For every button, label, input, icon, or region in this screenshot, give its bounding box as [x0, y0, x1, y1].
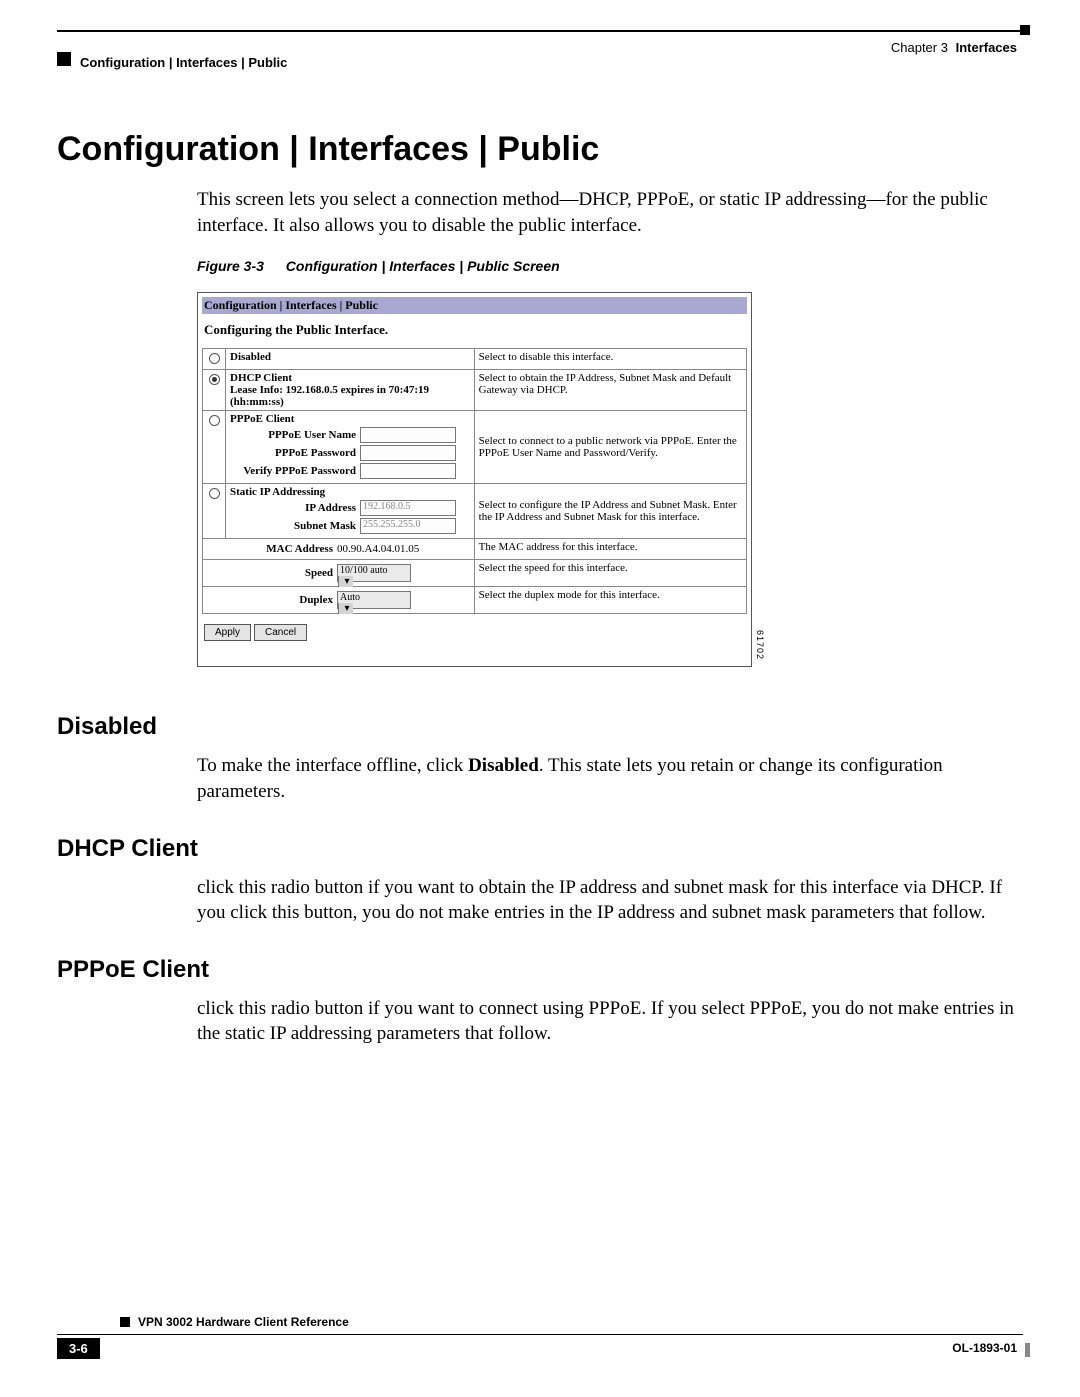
chapter-title: Interfaces [956, 40, 1017, 55]
radio-static[interactable] [209, 488, 220, 499]
radio-pppoe[interactable] [209, 415, 220, 426]
figure-label: Figure 3-3 [197, 258, 264, 274]
pppoe-verify-input[interactable] [360, 463, 456, 479]
cancel-button[interactable]: Cancel [254, 624, 307, 641]
screenshot-subtitle: Configuring the Public Interface. [204, 322, 745, 338]
section-heading-pppoe: PPPoE Client [57, 956, 1023, 984]
pppoe-label: PPPoE Client [230, 413, 294, 425]
pppoe-user-input[interactable] [360, 427, 456, 443]
duplex-desc: Select the duplex mode for this interfac… [474, 587, 746, 614]
running-head-left: Configuration | Interfaces | Public [80, 55, 287, 70]
mac-value: 00.90.A4.04.01.05 [337, 543, 419, 555]
pppoe-user-label: PPPoE User Name [230, 429, 360, 441]
ip-input[interactable]: 192.168.0.5 [360, 500, 456, 516]
chapter-prefix: Chapter 3 [891, 40, 948, 55]
pppoe-pass-label: PPPoE Password [230, 447, 360, 459]
figure-caption: Figure 3-3 Configuration | Interfaces | … [57, 258, 1023, 274]
top-rule [57, 30, 1023, 32]
section-heading-disabled: Disabled [57, 713, 1023, 741]
section-text-disabled: To make the interface offline, click Dis… [57, 753, 1023, 804]
chevron-down-icon: ▾ [338, 576, 353, 587]
section-text-pppoe: click this radio button if you want to c… [57, 996, 1023, 1047]
section-marker-icon [57, 52, 71, 66]
page-number: 3-6 [57, 1338, 100, 1359]
section-text-dhcp: click this radio button if you want to o… [57, 875, 1023, 926]
footer-book-title: VPN 3002 Hardware Client Reference [138, 1315, 349, 1329]
ip-label: IP Address [230, 502, 360, 514]
static-desc: Select to configure the IP Address and S… [474, 484, 746, 539]
dhcp-desc: Select to obtain the IP Address, Subnet … [474, 370, 746, 411]
figure-caption-text: Configuration | Interfaces | Public Scre… [286, 258, 560, 274]
intro-paragraph: This screen lets you select a connection… [57, 187, 1023, 238]
duplex-label: Duplex [207, 594, 337, 606]
speed-select[interactable]: 10/100 auto▾ [337, 564, 411, 582]
page-title: Configuration | Interfaces | Public [57, 130, 1023, 169]
screenshot-id: 61702 [755, 630, 765, 660]
config-table: Disabled Select to disable this interfac… [202, 348, 747, 614]
disabled-label: Disabled [230, 351, 271, 363]
radio-dhcp[interactable] [209, 374, 220, 385]
speed-desc: Select the speed for this interface. [474, 560, 746, 587]
section-heading-dhcp: DHCP Client [57, 835, 1023, 863]
corner-marker-icon [1020, 25, 1030, 35]
footer-marker-icon [120, 1317, 130, 1327]
duplex-value: Auto [338, 592, 396, 603]
radio-disabled[interactable] [209, 353, 220, 364]
dhcp-lease: Lease Info: 192.168.0.5 expires in 70:47… [230, 384, 429, 408]
mac-label: MAC Address [207, 543, 337, 555]
chevron-down-icon: ▾ [338, 603, 353, 614]
pppoe-verify-label: Verify PPPoE Password [230, 465, 360, 477]
footer-rule [57, 1334, 1023, 1335]
apply-button[interactable]: Apply [204, 624, 251, 641]
pppoe-pass-input[interactable] [360, 445, 456, 461]
pppoe-desc: Select to connect to a public network vi… [474, 411, 746, 484]
static-label: Static IP Addressing [230, 486, 325, 498]
mac-desc: The MAC address for this interface. [474, 539, 746, 560]
footer-right-marker-icon [1025, 1343, 1030, 1357]
mask-label: Subnet Mask [230, 520, 360, 532]
mask-input[interactable]: 255.255.255.0 [360, 518, 456, 534]
duplex-select[interactable]: Auto▾ [337, 591, 411, 609]
speed-label: Speed [207, 567, 337, 579]
embedded-screenshot: Configuration | Interfaces | Public Conf… [197, 292, 752, 667]
running-head-right: Chapter 3 Interfaces [891, 40, 1017, 55]
dhcp-label: DHCP Client [230, 372, 292, 384]
speed-value: 10/100 auto [338, 565, 396, 576]
disabled-desc: Select to disable this interface. [474, 349, 746, 370]
doc-id: OL-1893-01 [952, 1341, 1017, 1355]
screenshot-titlebar: Configuration | Interfaces | Public [202, 297, 747, 314]
